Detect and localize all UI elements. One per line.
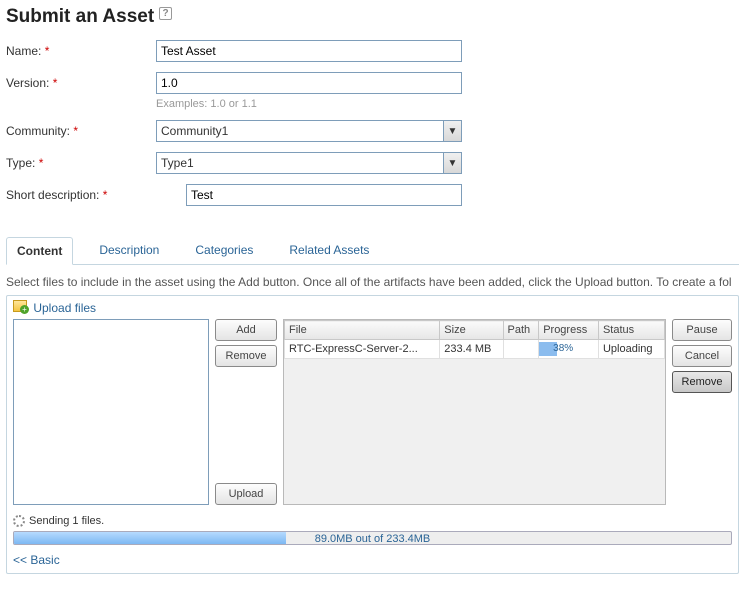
remove-upload-button[interactable]: Remove bbox=[672, 371, 732, 393]
basic-link[interactable]: << Basic bbox=[13, 553, 732, 567]
sending-text: Sending 1 files. bbox=[29, 515, 104, 527]
label-community-text: Community: bbox=[6, 124, 70, 138]
row-progress-text: 38% bbox=[539, 342, 587, 356]
version-input[interactable] bbox=[156, 72, 462, 94]
content-instructions: Select files to include in the asset usi… bbox=[6, 275, 739, 289]
page-title-text: Submit an Asset bbox=[6, 6, 154, 27]
overall-progress: 89.0MB out of 233.4MB bbox=[13, 531, 732, 545]
page-title: Submit an Asset ? bbox=[6, 6, 739, 28]
upload-table-wrap: File Size Path Progress Status RTC-Expre… bbox=[283, 319, 666, 505]
local-file-list[interactable] bbox=[13, 319, 209, 505]
required-marker: * bbox=[53, 76, 58, 90]
cell-path bbox=[503, 340, 539, 359]
cell-status: Uploading bbox=[598, 340, 664, 359]
upload-table: File Size Path Progress Status RTC-Expre… bbox=[284, 320, 665, 359]
label-short-description-text: Short description: bbox=[6, 188, 99, 202]
sending-status: Sending 1 files. bbox=[13, 515, 732, 527]
col-size[interactable]: Size bbox=[440, 321, 503, 340]
community-select[interactable]: Community1 ▼ bbox=[156, 120, 462, 142]
col-file[interactable]: File bbox=[285, 321, 440, 340]
label-type: Type: * bbox=[6, 152, 156, 170]
label-community: Community: * bbox=[6, 120, 156, 138]
row-version: Version: * bbox=[6, 72, 739, 94]
chevron-down-icon: ▼ bbox=[443, 153, 461, 173]
type-select-value: Type1 bbox=[157, 153, 443, 173]
pause-button[interactable]: Pause bbox=[672, 319, 732, 341]
help-icon[interactable]: ? bbox=[159, 7, 171, 20]
label-name-text: Name: bbox=[6, 44, 41, 58]
upload-control-column: Pause Cancel Remove bbox=[672, 319, 732, 505]
label-type-text: Type: bbox=[6, 156, 35, 170]
community-select-value: Community1 bbox=[157, 121, 443, 141]
required-marker: * bbox=[73, 124, 78, 138]
remove-local-button[interactable]: Remove bbox=[215, 345, 277, 367]
upload-files-label: Upload files bbox=[33, 301, 96, 315]
table-row[interactable]: RTC-ExpressC-Server-2... 233.4 MB 38% Up… bbox=[285, 340, 665, 359]
tab-bar: Content Description Categories Related A… bbox=[6, 236, 739, 265]
label-short-description: Short description: * bbox=[6, 184, 186, 202]
upload-button[interactable]: Upload bbox=[215, 483, 277, 505]
col-status[interactable]: Status bbox=[598, 321, 664, 340]
type-select[interactable]: Type1 ▼ bbox=[156, 152, 462, 174]
tab-description[interactable]: Description bbox=[89, 237, 169, 265]
short-description-input[interactable] bbox=[186, 184, 462, 206]
row-type: Type: * Type1 ▼ bbox=[6, 152, 739, 174]
cell-progress: 38% bbox=[539, 340, 599, 359]
upload-section: Upload files Add Remove Upload File Size… bbox=[6, 295, 739, 574]
cell-size: 233.4 MB bbox=[440, 340, 503, 359]
col-path[interactable]: Path bbox=[503, 321, 539, 340]
tab-categories[interactable]: Categories bbox=[185, 237, 263, 265]
required-marker: * bbox=[103, 188, 108, 202]
version-hint: Examples: 1.0 or 1.1 bbox=[156, 98, 739, 110]
upload-files-header: Upload files bbox=[13, 300, 732, 315]
folder-add-icon bbox=[13, 300, 27, 312]
chevron-down-icon: ▼ bbox=[443, 121, 461, 141]
overall-progress-label: 89.0MB out of 233.4MB bbox=[14, 532, 731, 544]
row-community: Community: * Community1 ▼ bbox=[6, 120, 739, 142]
row-progress: 38% bbox=[539, 342, 587, 356]
tab-related-assets[interactable]: Related Assets bbox=[279, 237, 379, 265]
spinner-icon bbox=[13, 515, 25, 527]
cell-file: RTC-ExpressC-Server-2... bbox=[285, 340, 440, 359]
tab-content[interactable]: Content bbox=[6, 237, 73, 265]
row-short-description: Short description: * bbox=[6, 184, 739, 206]
col-progress[interactable]: Progress bbox=[539, 321, 599, 340]
add-button[interactable]: Add bbox=[215, 319, 277, 341]
label-name: Name: * bbox=[6, 40, 156, 58]
required-marker: * bbox=[45, 44, 50, 58]
label-version-text: Version: bbox=[6, 76, 49, 90]
row-name: Name: * bbox=[6, 40, 739, 62]
label-version: Version: * bbox=[6, 72, 156, 90]
file-action-column: Add Remove Upload bbox=[215, 319, 277, 505]
required-marker: * bbox=[39, 156, 44, 170]
name-input[interactable] bbox=[156, 40, 462, 62]
cancel-button[interactable]: Cancel bbox=[672, 345, 732, 367]
